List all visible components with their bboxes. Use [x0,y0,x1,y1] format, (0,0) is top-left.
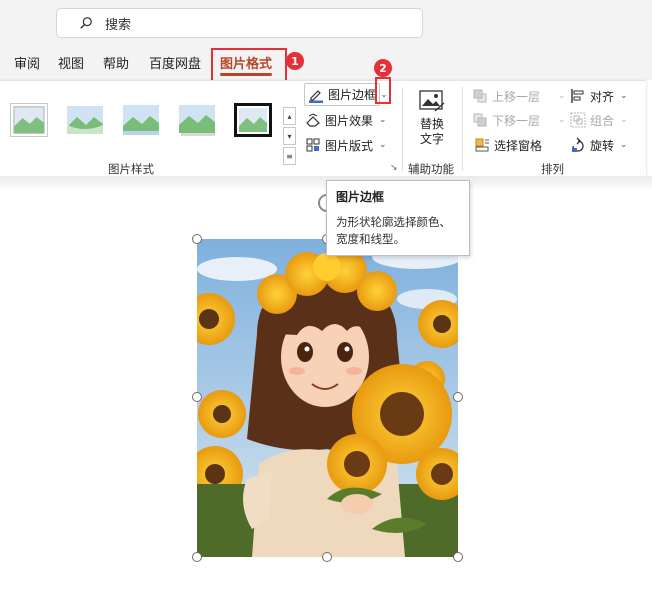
picture-border-label: 图片边框 [328,88,377,102]
group-separator [402,87,403,171]
chevron-down-icon: ⌄ [620,91,628,101]
picture-border-button[interactable]: 图片边框 [304,83,381,106]
search-box[interactable]: 搜索 [56,8,423,38]
alt-text-label-line2: 文字 [419,132,444,146]
send-backward-button[interactable]: 下移一层 ⌄ [472,109,566,131]
group-label-accessibility: 辅助功能 [408,162,454,176]
tab-baidu-netdisk[interactable]: 百度网盘 [149,53,201,72]
alt-text-button[interactable]: 替换 文字 [412,87,452,147]
resize-handle-bottom-left[interactable] [192,552,202,562]
selection-pane-label: 选择窗格 [494,138,543,153]
picture-style-1[interactable] [10,103,48,137]
resize-handle-bottom[interactable] [322,552,332,562]
rotate-button[interactable]: 旋转 ⌄ [570,134,628,156]
step-badge-2: 2 [374,59,392,77]
chevron-down-icon: ⌄ [379,140,387,150]
gallery-scroll[interactable]: ▴ ▾ ≡ [283,107,296,167]
chevron-down-icon: ⌄ [620,140,628,150]
align-icon [570,88,586,104]
bring-forward-icon [472,88,488,104]
ribbon: ▴ ▾ ≡ 图片样式 图片边框 ⌄ 图片效果 ⌄ 图片版式 ⌄ ↘ 替换 文字 … [0,80,646,176]
picture-style-2[interactable] [66,103,104,137]
chevron-down-icon: ⌄ [620,115,628,125]
resize-handle-bottom-right[interactable] [453,552,463,562]
tooltip-title: 图片边框 [336,190,385,204]
tab-help[interactable]: 帮助 [103,53,129,72]
alt-text-icon [419,90,445,112]
alt-text-label-line1: 替换 [419,117,444,131]
tab-view[interactable]: 视图 [58,53,84,72]
group-label-arrange: 排列 [541,162,564,176]
group-separator [462,87,463,171]
chevron-down-icon: ⌄ [379,115,387,125]
more-styles-icon[interactable]: ≡ [283,147,296,165]
chevron-down-icon: ⌄ [558,91,566,101]
picture-style-3[interactable] [122,103,160,137]
landscape-thumbnail-icon [239,108,267,132]
group-objects-icon [570,112,586,128]
pen-border-icon [308,87,324,103]
rotate-icon [570,137,586,153]
group-button[interactable]: 组合 ⌄ [570,109,628,131]
picture-style-4[interactable] [178,103,216,137]
picture-style-5[interactable] [234,103,272,137]
sunflower-girl-illustration [197,239,458,557]
resize-handle-right[interactable] [453,392,463,402]
selection-pane-button[interactable]: 选择窗格 [474,134,542,156]
send-backward-icon [472,112,488,128]
landscape-thumbnail-icon [67,106,103,134]
search-placeholder: 搜索 [105,17,132,33]
align-button[interactable]: 对齐 ⌄ [570,85,628,107]
picture-layout-label: 图片版式 [325,138,374,153]
landscape-thumbnail-icon [123,105,159,135]
highlight-box-dropdown [375,77,391,104]
rotate-label: 旋转 [590,138,615,153]
resize-handle-left[interactable] [192,392,202,402]
step-badge-1: 1 [286,52,304,70]
selection-pane-icon [474,137,490,153]
picture-effects-button[interactable]: 图片效果 ⌄ [305,109,387,131]
title-bar: 搜索 [0,0,652,45]
search-icon [80,17,92,29]
landscape-thumbnail-icon [13,106,45,134]
chevron-down-icon[interactable]: ▾ [283,127,296,145]
dialog-launcher-icon[interactable]: ↘ [390,163,398,173]
landscape-thumbnail-icon [179,105,215,136]
selected-picture[interactable] [197,239,458,557]
picture-layout-button[interactable]: 图片版式 ⌄ [305,134,387,156]
effects-icon [305,112,321,128]
picture-border-tooltip: 图片边框 为形状轮廓选择颜色、宽度和线型。 [326,180,470,256]
send-backward-label: 下移一层 [492,113,541,128]
chevron-up-icon[interactable]: ▴ [283,107,296,125]
resize-handle-top-left[interactable] [192,234,202,244]
bring-forward-button[interactable]: 上移一层 ⌄ [472,85,566,107]
chevron-down-icon: ⌄ [558,115,566,125]
align-label: 对齐 [590,89,615,104]
tooltip-description: 为形状轮廓选择颜色、宽度和线型。 [336,215,451,246]
picture-effects-label: 图片效果 [325,113,374,128]
tab-review[interactable]: 审阅 [14,53,40,72]
bring-forward-label: 上移一层 [492,89,541,104]
ribbon-tabs: 审阅 视图 帮助 百度网盘 图片格式 [0,45,652,80]
group-label-picture-styles: 图片样式 [108,162,154,176]
group-label: 组合 [590,113,615,128]
layout-icon [305,137,321,153]
